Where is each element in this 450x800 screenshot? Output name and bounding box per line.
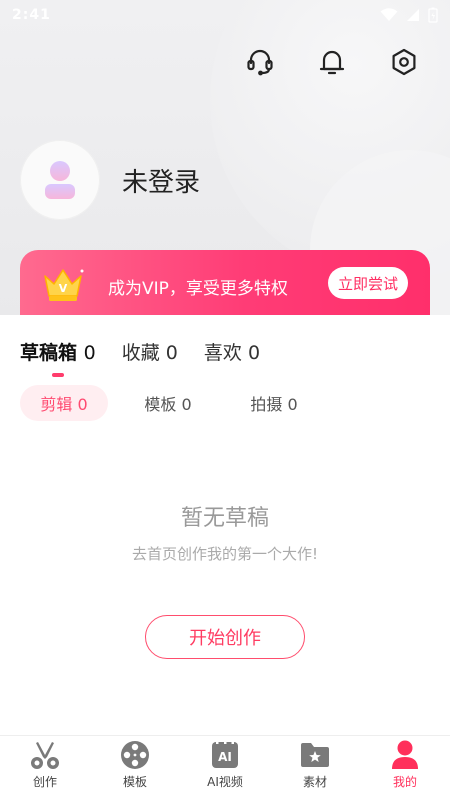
settings-icon[interactable] [388,46,420,78]
nav-label: 我的 [392,775,417,789]
tab-label: 喜欢 [203,342,242,364]
nav-templates[interactable]: 模板 [90,736,180,800]
folder-star-icon [298,739,332,771]
person-icon [388,739,422,771]
nav-materials[interactable]: 素材 [270,736,360,800]
vip-promo-text: 成为VIP，享受更多特权 [108,279,288,299]
draft-type-filter: 剪辑 0 模板 0 拍摄 0 [20,385,304,421]
headset-icon[interactable] [244,46,276,78]
film-reel-icon [118,739,152,771]
tab-likes[interactable]: 喜欢 0 [204,338,260,365]
username-label[interactable]: 未登录 [122,162,200,199]
empty-state-title: 暂无草稿 [180,506,269,531]
wifi-icon [380,8,398,21]
tab-favorites[interactable]: 收藏 0 [122,338,178,365]
start-creating-button[interactable]: 开始创作 [145,615,305,659]
battery-icon [428,7,438,23]
avatar[interactable] [20,140,100,220]
tab-label: 草稿箱 [20,342,78,364]
subtab-shoot[interactable]: 拍摄 0 [244,385,304,421]
nav-label: 创作 [32,775,57,789]
tab-count: 0 [83,342,96,364]
nav-label: 模板 [122,775,147,789]
tab-label: 收藏 [121,342,160,364]
tab-drafts[interactable]: 草稿箱 0 [20,338,96,377]
nav-ai-video[interactable]: AI AI视频 [180,736,270,800]
scissors-icon [28,739,62,771]
tab-count: 0 [247,342,261,364]
nav-label: 素材 [302,775,327,789]
header-actions [244,46,420,78]
empty-state-subtitle: 去首页创作我的第一个大作! [131,545,318,563]
ai-video-icon: AI [208,739,242,771]
tab-count: 0 [165,342,178,364]
signal-icon [407,9,419,21]
vip-badge-letter: V [59,282,68,295]
bottom-navigation: 创作 模板 AI AI视频 素材 我的 [0,735,450,800]
content-tabs: 草稿箱 0 收藏 0 喜欢 0 [20,338,260,377]
nav-create[interactable]: 创作 [0,736,90,800]
content-panel: 草稿箱 0 收藏 0 喜欢 0 剪辑 0 模板 0 拍摄 0 暂无草稿 去首页创… [0,315,450,735]
subtab-template[interactable]: 模板 0 [138,385,198,421]
ai-icon-text: AI [218,750,232,764]
subtab-edit[interactable]: 剪辑 0 [20,385,108,421]
vip-try-button[interactable]: 立即尝试 [328,267,408,299]
vip-banner[interactable]: V 成为VIP，享受更多特权 立即尝试 [20,250,430,320]
status-bar: 2:41 [0,0,450,30]
nav-me[interactable]: 我的 [360,736,450,800]
status-time: 2:41 [12,7,51,23]
vip-crown-icon: V [44,269,84,301]
default-avatar-icon [45,161,75,199]
user-profile[interactable]: 未登录 [20,140,200,220]
bell-icon[interactable] [316,46,348,78]
nav-label: AI视频 [207,775,243,789]
